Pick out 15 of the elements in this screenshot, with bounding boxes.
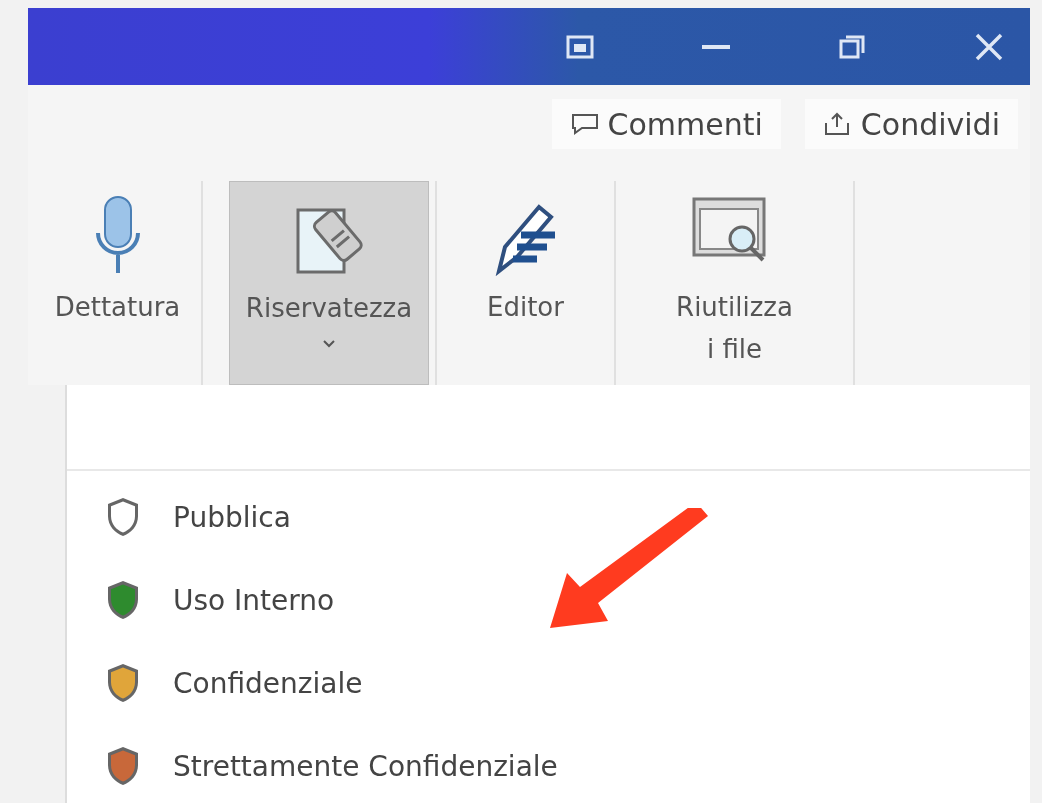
restore-icon[interactable] <box>838 33 866 60</box>
ribbon-display-icon[interactable] <box>566 34 594 59</box>
ribbon-button[interactable]: Riutilizza i file <box>622 181 847 385</box>
menu-item[interactable]: Confidenziale <box>103 661 1030 705</box>
toolbar-button[interactable]: Condividi <box>804 99 1018 149</box>
close-icon[interactable] <box>974 31 1004 62</box>
menu-item[interactable]: Strettamente Confidenziale <box>103 744 1030 788</box>
ribbon-button[interactable]: Riservatezza <box>229 181 429 385</box>
minimize-icon[interactable] <box>702 43 730 50</box>
ribbon-button[interactable]: Editor <box>443 181 608 385</box>
menu-item[interactable]: Uso Interno <box>103 578 1030 622</box>
ribbon-button[interactable]: Dettatura <box>40 181 195 385</box>
menu-item[interactable]: Pubblica <box>103 495 1030 539</box>
comment-icon <box>569 112 600 136</box>
toolbar-button[interactable]: Commenti <box>551 99 781 149</box>
